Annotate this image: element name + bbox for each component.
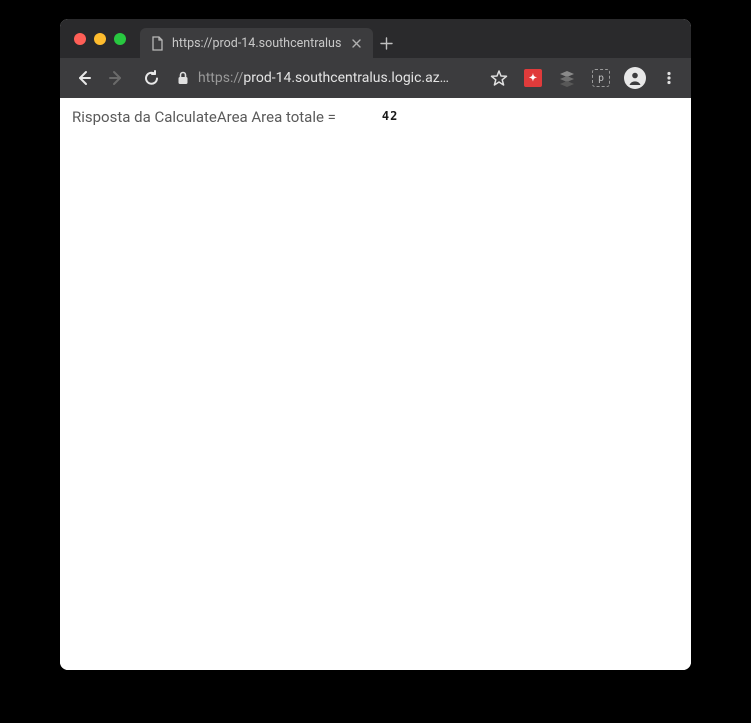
page-content: Risposta da CalculateArea Area totale = … (60, 98, 691, 670)
avatar-icon (624, 67, 646, 89)
browser-tab[interactable]: https://prod-14.southcentralus (140, 28, 373, 58)
extension-pocket-glyph: p (598, 73, 604, 84)
titlebar: https://prod-14.southcentralus (60, 19, 691, 58)
window-controls (74, 33, 126, 45)
extension-adblock-icon[interactable]: ✦ (519, 64, 547, 92)
browser-window: https://prod-14.southcentralus (60, 19, 691, 670)
close-tab-icon[interactable] (349, 36, 363, 50)
toolbar: https://prod-14.southcentralus.logic.az…… (60, 58, 691, 98)
extension-adblock-glyph: ✦ (529, 73, 537, 84)
url-host: prod-14.southcentralus.logic.az (243, 70, 439, 86)
profile-avatar[interactable] (621, 64, 649, 92)
address-bar[interactable]: https://prod-14.southcentralus.logic.az… (176, 70, 475, 86)
url-ellipsis: … (440, 70, 449, 86)
new-tab-button[interactable] (373, 28, 399, 58)
back-button[interactable] (68, 63, 98, 93)
close-window-button[interactable] (74, 33, 86, 45)
minimize-window-button[interactable] (94, 33, 106, 45)
result-value: 42 (382, 109, 398, 123)
content-row: Risposta da CalculateArea Area totale = … (72, 108, 679, 126)
url-text: https://prod-14.southcentralus.logic.az… (198, 70, 475, 86)
menu-button[interactable] (655, 64, 683, 92)
extension-buffer-icon[interactable] (553, 64, 581, 92)
tab-title: https://prod-14.southcentralus (172, 36, 341, 51)
response-text: Risposta da CalculateArea Area totale = (72, 108, 336, 126)
maximize-window-button[interactable] (114, 33, 126, 45)
lock-icon (176, 71, 190, 85)
url-scheme: https:// (198, 70, 243, 86)
extension-pocket-icon[interactable]: p (587, 64, 615, 92)
page-icon (150, 36, 164, 50)
reload-button[interactable] (136, 63, 166, 93)
toolbar-actions: ✦ p (485, 64, 683, 92)
tab-strip: https://prod-14.southcentralus (140, 19, 399, 58)
forward-button[interactable] (102, 63, 132, 93)
bookmark-star-icon[interactable] (485, 64, 513, 92)
